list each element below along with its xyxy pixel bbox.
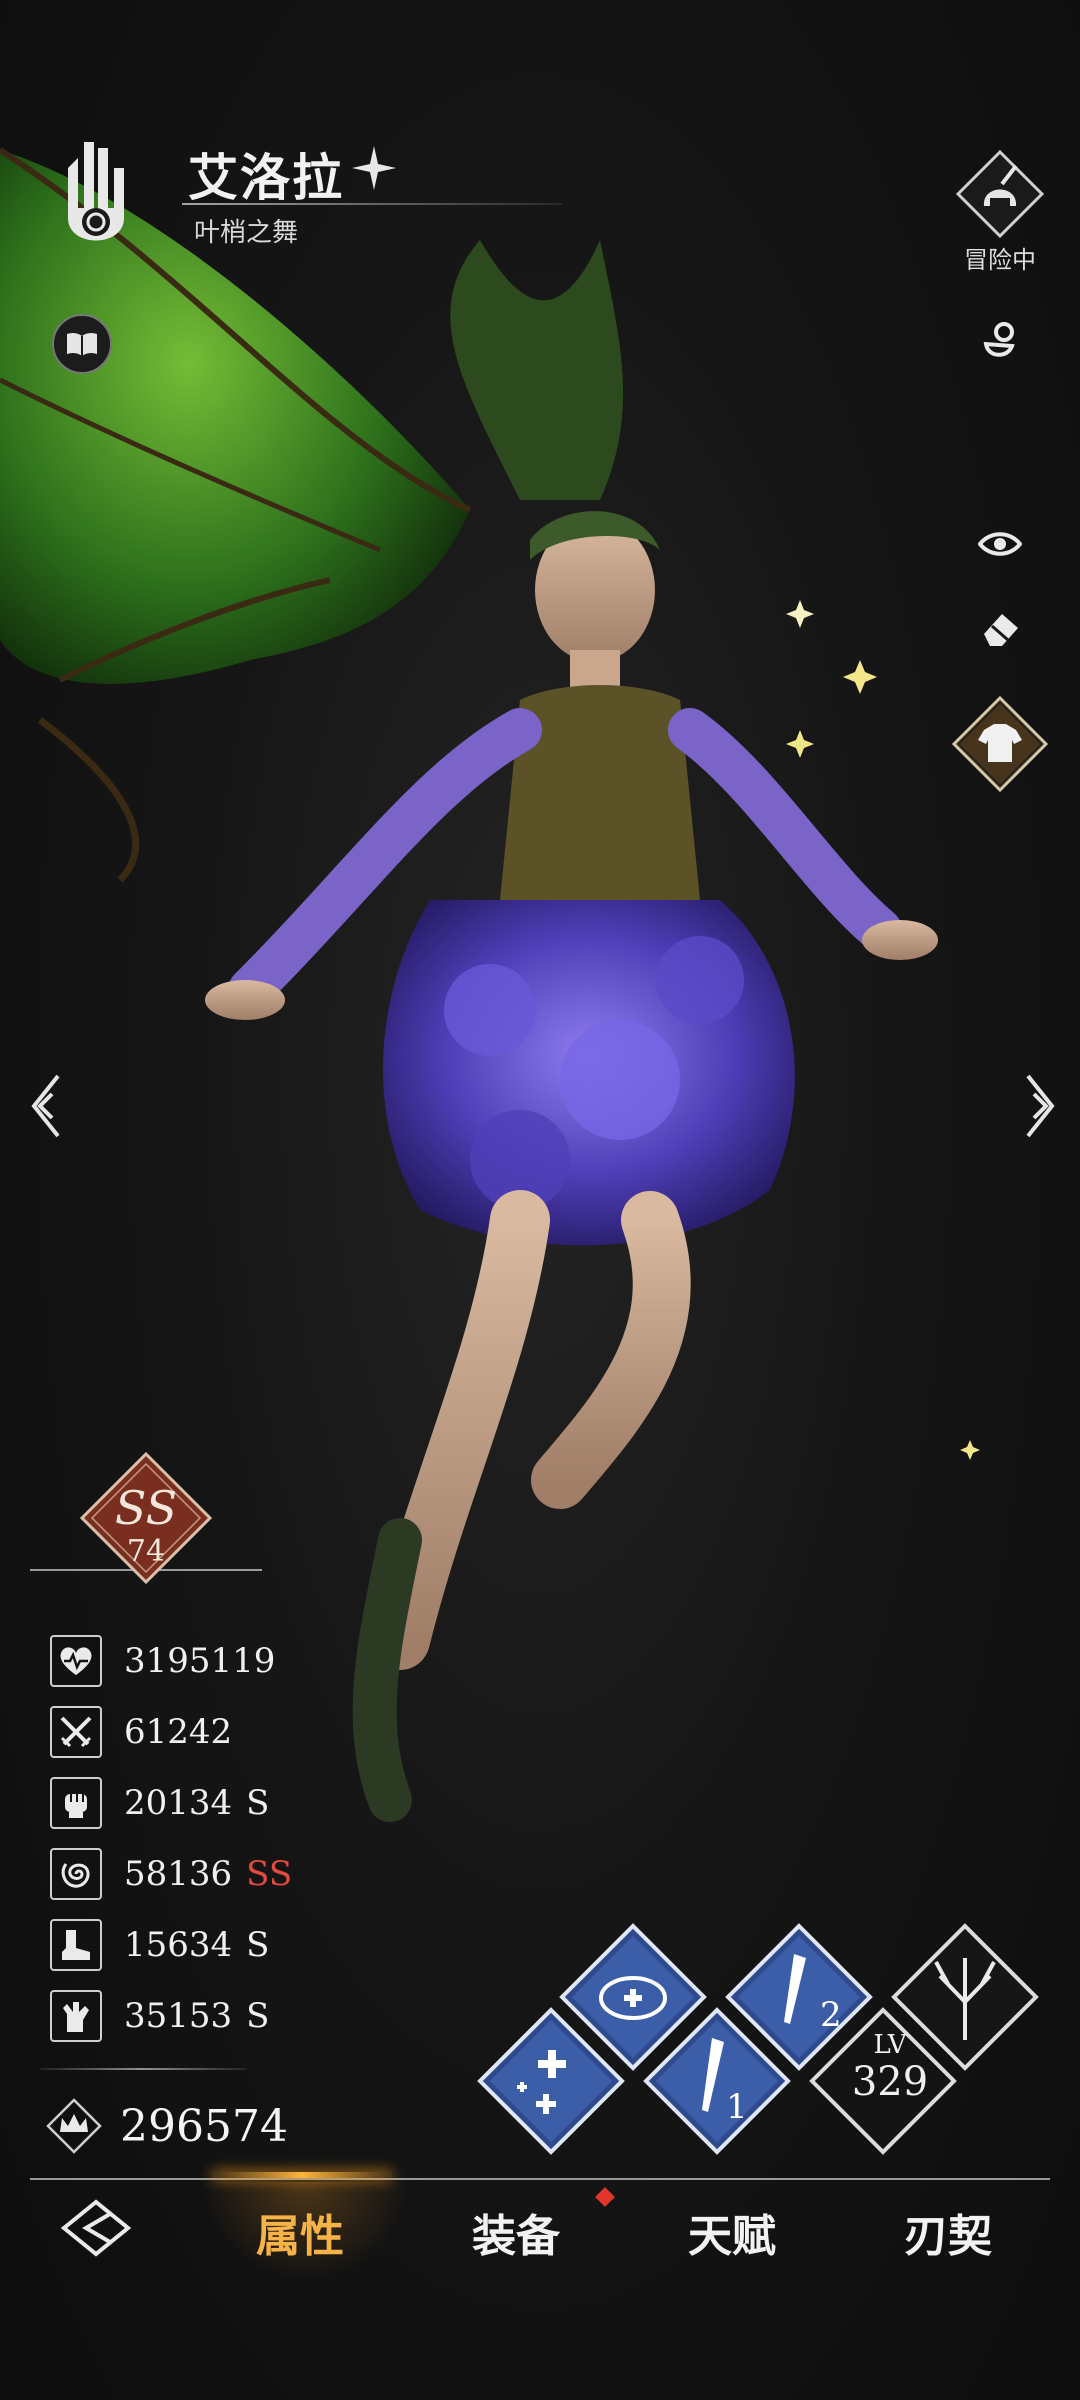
stat-value: 20134 [124,1783,233,1823]
stat-row-strength: 20134 S [50,1774,450,1832]
stat-row-magic: 58136 SS [50,1845,450,1903]
stats-divider [40,2068,246,2070]
four-point-star-icon [352,146,396,190]
stat-row-dexterity: 35153 S [50,1987,450,2045]
tab-talent[interactable]: 天赋 [688,2200,776,2264]
combat-power: 296574 [46,2098,288,2154]
stat-row-attack: 61242 [50,1703,450,1761]
tab-attributes[interactable]: 属性 [256,2200,344,2264]
stat-grade: S [246,1783,270,1823]
skill-heal-plus[interactable] [476,2006,626,2156]
crown-power-icon [46,2098,102,2154]
prev-character-arrow-icon[interactable] [22,1070,70,1142]
stat-grade: S [246,1996,270,2036]
lore-button[interactable] [52,314,112,374]
fist-icon [50,1777,102,1829]
next-character-arrow-icon[interactable] [1016,1070,1064,1142]
rank-level: 74 [126,1534,166,1569]
hand-icon [50,1990,102,2042]
nav-divider [30,2178,1050,2180]
visibility-toggle[interactable] [972,516,1028,572]
eye-icon [978,532,1022,556]
combat-power-value: 296574 [120,2100,288,2152]
skill-slot-1-number: 1 [726,2087,748,2127]
notification-dot [595,2187,615,2207]
stat-row-speed: 15634 S [50,1916,450,1974]
pacifier-button[interactable] [972,312,1028,368]
stat-grade: SS [246,1854,293,1894]
outfit-icon[interactable] [950,694,1050,794]
tab-blade-pact[interactable]: 刃契 [904,2200,992,2264]
character-name: 艾洛拉 [188,148,344,207]
stat-row-hp: 3195119 [50,1632,450,1690]
attack-swords-icon [50,1706,102,1758]
tab-equipment[interactable]: 装备 [472,2200,560,2264]
skill-slot-1[interactable]: 1 [642,2006,792,2156]
level-label: LV [873,2030,907,2060]
boot-icon [50,1919,102,1971]
eraser-button[interactable] [972,600,1028,656]
stat-value: 3195119 [124,1641,276,1681]
level-value: 329 [851,2059,929,2105]
book-icon [67,332,97,356]
rank-grade: SS [115,1481,177,1535]
character-title: 叶梢之舞 [194,218,299,248]
pacifier-icon [983,322,1015,357]
stat-value: 15634 [124,1925,233,1965]
rank-badge: SS [30,1452,262,1585]
back-arrow-icon[interactable] [56,2196,136,2260]
hp-heart-icon [50,1635,102,1687]
name-underline [182,203,562,205]
character-art [0,147,980,1822]
stat-value: 58136 [124,1854,233,1894]
adventure-status-label: 冒险中 [964,246,1036,274]
eraser-icon [984,614,1018,646]
level-label-block: LV 329 [840,2030,940,2104]
active-tab-indicator [212,2172,392,2178]
stat-value: 35153 [124,1996,233,2036]
stat-value: 61242 [124,1712,233,1752]
stat-grade: S [246,1925,270,1965]
palm-emblem-icon[interactable] [48,128,144,260]
spiral-icon [50,1848,102,1900]
